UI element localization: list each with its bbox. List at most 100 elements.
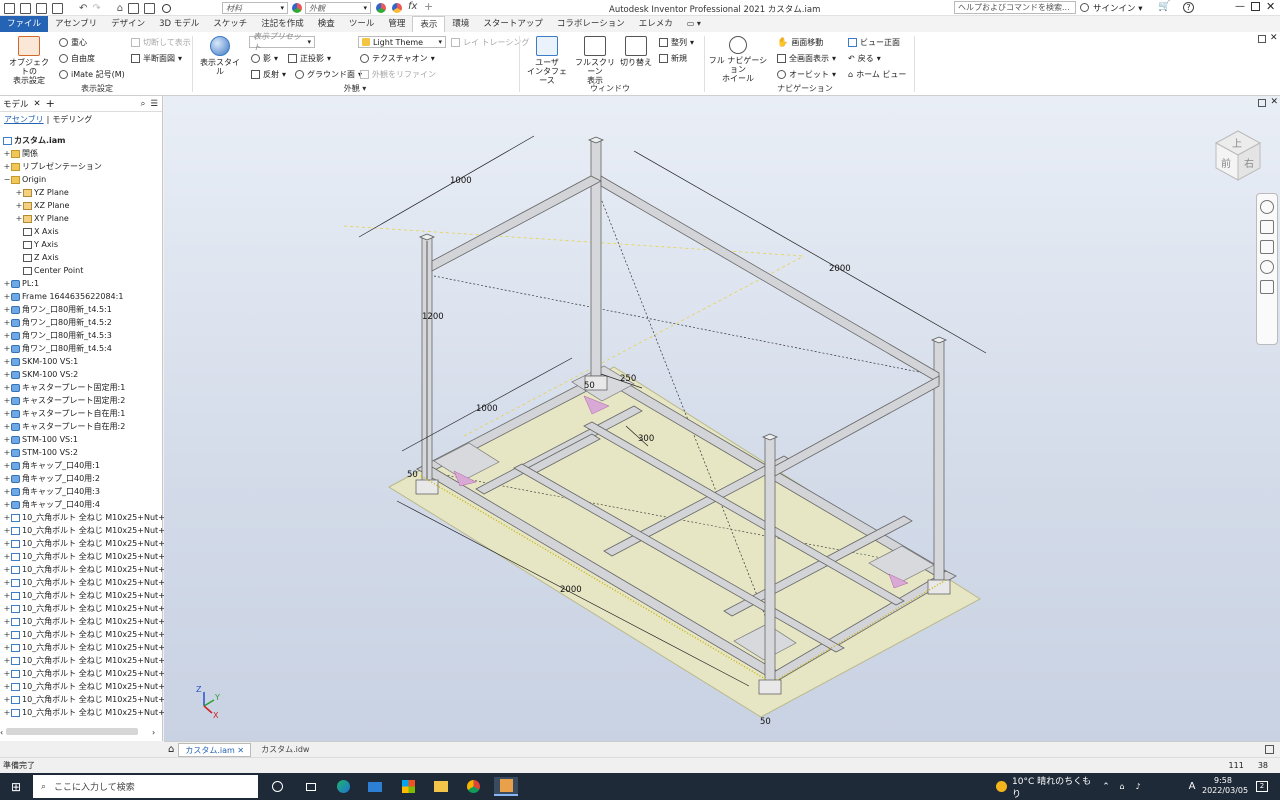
tree-item[interactable]: +10_六角ボルト 全ねじ M10x25+Nut+su [3, 589, 174, 602]
ribbon-tab[interactable]: 注記を作成 [254, 16, 311, 32]
expand-icon[interactable]: + [3, 407, 11, 420]
expand-icon[interactable]: + [3, 368, 11, 381]
undo-icon[interactable]: ↶ [79, 3, 87, 14]
browser-horizontal-scrollbar[interactable] [6, 728, 138, 735]
tree-item[interactable]: X Axis [15, 225, 59, 238]
weather-text[interactable]: 10°C 晴れのちくもり [1012, 777, 1096, 800]
expand-icon[interactable]: + [3, 459, 11, 472]
expand-icon[interactable]: + [3, 394, 11, 407]
viewcube[interactable]: 上 前 右 [1214, 130, 1262, 181]
close-icon[interactable]: ✕ [1266, 0, 1275, 13]
tree-item[interactable]: + 角キャップ_口40用:4 [3, 498, 100, 511]
expand-icon[interactable]: + [15, 186, 23, 199]
viewport-restore-icon[interactable] [1258, 99, 1266, 107]
home-tab-icon[interactable]: ⌂ [168, 744, 174, 755]
tree-item[interactable]: + 角ワン_口80用新_t4.5:1 [3, 303, 112, 316]
ribbon-options-icon[interactable] [1258, 35, 1266, 43]
look-at-button[interactable]: ビュー正面 [848, 37, 900, 48]
ribbon-tab[interactable]: アセンブリ [48, 16, 104, 32]
explorer-icon[interactable] [432, 777, 450, 796]
fx-parameters-icon[interactable]: fx [408, 1, 417, 12]
pan-nav-icon[interactable] [1260, 220, 1274, 234]
tree-item[interactable]: + XY Plane [15, 212, 69, 225]
tree-item[interactable]: + 角キャップ_口40用:2 [3, 472, 100, 485]
expand-icon[interactable]: + [3, 667, 11, 680]
expand-icon[interactable]: + [3, 680, 11, 693]
tree-item[interactable]: +10_六角ボルト 全ねじ M10x25+Nut+su [3, 667, 174, 680]
expand-icon[interactable]: + [3, 277, 11, 290]
view-preset-combo[interactable]: 表示プリセット ▾ [249, 32, 315, 52]
switch-window-button[interactable]: 切り替え [618, 36, 654, 67]
expand-icon[interactable]: + [3, 381, 11, 394]
tree-item[interactable]: + STM-100 VS:2 [3, 446, 78, 459]
ribbon-tab[interactable]: スタートアップ [476, 16, 550, 32]
projection-button[interactable]: 正投影 ▾ [288, 53, 331, 64]
tree-item[interactable]: +10_六角ボルト 全ねじ M10x25+Nut+su [3, 641, 174, 654]
ribbon-tab[interactable]: 管理 [381, 16, 412, 32]
tree-item[interactable]: +10_六角ボルト 全ねじ M10x25+Nut+su [3, 654, 174, 667]
expand-icon[interactable]: + [3, 589, 11, 602]
save-icon[interactable] [52, 2, 63, 14]
half-section-view-button[interactable]: 半断面図 ▾ [131, 53, 182, 64]
ribbon-tab[interactable]: 環境 [445, 16, 476, 32]
tree-item[interactable]: +10_六角ボルト 全ねじ M10x25+Nut+su [3, 511, 174, 524]
appearance-clear-icon[interactable] [376, 3, 386, 13]
open-file-icon[interactable] [36, 2, 47, 14]
zoom-nav-icon[interactable] [1260, 240, 1274, 254]
imate-glyph-button[interactable]: iMate 記号(M) [59, 69, 125, 80]
adjust-icon[interactable] [392, 3, 402, 13]
tree-item[interactable]: + キャスタープレート自在用:2 [3, 420, 126, 433]
arrange-button[interactable]: 整列 ▾ [659, 37, 694, 48]
expand-icon[interactable]: + [3, 355, 11, 368]
expand-icon[interactable]: + [3, 576, 11, 589]
tree-item[interactable]: +10_六角ボルト 全ねじ M10x25+Nut+su [3, 628, 174, 641]
expand-icon[interactable]: + [3, 472, 11, 485]
update-icon[interactable] [144, 2, 156, 14]
network-icon[interactable]: ⌂ [1116, 777, 1128, 796]
tree-item[interactable]: + Frame 1644635622084:1 [3, 290, 124, 303]
notification-icon[interactable]: 2 [1252, 777, 1272, 796]
signin-button[interactable]: サインイン ▾ [1093, 2, 1142, 14]
expand-icon[interactable]: + [3, 628, 11, 641]
expand-icon[interactable]: + [3, 303, 11, 316]
tree-item[interactable]: + 角ワン_口80用新_t4.5:2 [3, 316, 112, 329]
browser-menu-icon[interactable]: ☰ [150, 99, 158, 109]
expand-icon[interactable]: + [3, 329, 11, 342]
center-of-gravity-button[interactable]: 重心 [59, 37, 87, 48]
tree-item[interactable]: +10_六角ボルト 全ねじ M10x25+Nut+su [3, 576, 174, 589]
task-view-icon[interactable] [302, 777, 320, 796]
tree-item[interactable]: +10_六角ボルト 全ねじ M10x25+Nut+su [3, 693, 174, 706]
ground-plane-button[interactable]: グラウンド面 ▾ [295, 69, 362, 80]
ribbon-tab[interactable]: 検査 [311, 16, 342, 32]
texture-on-button[interactable]: テクスチャオン ▾ [360, 53, 435, 64]
zoom-all-button[interactable]: 全画面表示 ▾ [777, 53, 836, 64]
cortana-icon[interactable] [268, 777, 286, 796]
expand-icon[interactable]: + [3, 615, 11, 628]
expand-icon[interactable]: − [3, 173, 11, 186]
tree-item[interactable]: + PL:1 [3, 277, 39, 290]
help-icon[interactable]: ? [1183, 2, 1194, 13]
user-interface-button[interactable]: ユーザ インタフェース [524, 36, 570, 85]
browser-mode-modeling[interactable]: モデリング [52, 114, 92, 125]
ribbon-collapse-icon[interactable]: ✕ [1270, 33, 1278, 43]
expand-icon[interactable]: + [3, 342, 11, 355]
clock[interactable]: 9:58 2022/03/05 [1202, 776, 1248, 796]
tile-windows-icon[interactable] [1265, 745, 1274, 754]
tree-item[interactable]: + キャスタープレート固定用:2 [3, 394, 126, 407]
tree-item[interactable]: + 関係 [3, 147, 38, 160]
doc-tab-drawing[interactable]: カスタム.idw [255, 743, 315, 757]
appearance-combo[interactable]: 外観 ▾ [305, 2, 371, 14]
taskbar-search-input[interactable]: ⌕ ここに入力して検索 [33, 775, 258, 798]
ime-indicator[interactable]: A [1186, 777, 1198, 796]
graphics-viewport[interactable]: 1000 2000 1200 1000 2000 250 300 50 50 5… [164, 96, 1280, 741]
ribbon-tab[interactable]: ファイル [0, 16, 49, 32]
tree-item[interactable]: Y Axis [15, 238, 58, 251]
expand-icon[interactable]: + [3, 641, 11, 654]
new-window-button[interactable]: 新規 [659, 53, 687, 64]
browser-mode-assembly[interactable]: アセンブリ [4, 114, 44, 125]
browser-search-icon[interactable]: ⌕ [141, 99, 146, 109]
cart-icon[interactable]: 🛒 [1158, 1, 1170, 12]
home-view-button[interactable]: ⌂ ホーム ビュー [848, 69, 906, 80]
expand-icon[interactable]: + [3, 537, 11, 550]
tree-item[interactable]: +10_六角ボルト 全ねじ M10x25+Nut+su [3, 602, 174, 615]
